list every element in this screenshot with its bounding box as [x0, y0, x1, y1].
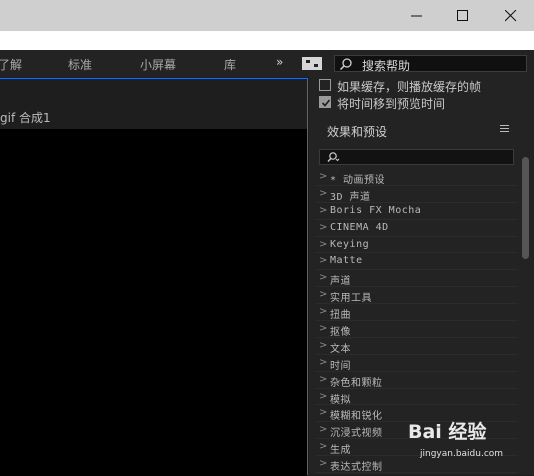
checkbox-unchecked-icon	[319, 79, 331, 91]
checkbox-checked-icon	[319, 96, 331, 108]
panel-menu-icon[interactable]	[500, 125, 509, 134]
watermark: Bai 经验 jingyan.baidu.com	[408, 412, 534, 475]
list-item[interactable]: > Matte	[315, 253, 518, 271]
workspace-panel-icon[interactable]	[302, 57, 322, 70]
search-help-placeholder: 搜索帮助	[362, 59, 411, 73]
watermark-url: jingyan.baidu.com	[420, 449, 504, 459]
list-item[interactable]: > Keying	[315, 237, 518, 254]
minimize-button[interactable]	[394, 0, 440, 31]
composition-panel: gif 合成1	[0, 78, 308, 476]
workspace-more-button[interactable]: »	[276, 55, 283, 69]
chevron-right-icon: >	[319, 339, 328, 351]
chevron-right-icon: >	[319, 458, 328, 470]
effects-search-input[interactable]	[319, 149, 514, 165]
chevron-right-icon: >	[319, 255, 328, 267]
list-item[interactable]: > 模拟	[315, 389, 518, 406]
list-item[interactable]: > 实用工具	[315, 287, 518, 304]
chevron-right-icon: >	[319, 441, 328, 453]
chevron-right-icon: >	[319, 272, 328, 284]
chevron-right-icon: >	[319, 390, 328, 402]
chevron-right-icon: >	[319, 289, 328, 301]
composition-tab[interactable]: gif 合成1	[0, 109, 51, 126]
workspace-tab-standard[interactable]: 标准	[68, 56, 92, 73]
close-button[interactable]	[488, 0, 534, 31]
chevron-right-icon: >	[319, 204, 328, 216]
menu-bar-area	[0, 31, 534, 50]
effects-panel-title: 效果和预设	[327, 125, 388, 139]
list-item[interactable]: > 声道	[315, 270, 518, 287]
workspace-tab-small-screen[interactable]: 小屏幕	[140, 56, 176, 73]
close-icon	[505, 10, 517, 22]
chevron-right-icon: >	[319, 306, 328, 318]
chevron-right-icon: >	[319, 187, 328, 199]
workspace-tab-library[interactable]: 库	[224, 56, 236, 73]
list-item[interactable]: >3D 声道	[315, 186, 518, 203]
search-help-field[interactable]: 搜索帮助	[334, 55, 527, 73]
search-icon	[327, 152, 340, 162]
list-item[interactable]: > 扭曲	[315, 304, 518, 321]
workspace-tab-learn[interactable]: 了解	[0, 56, 22, 73]
list-item[interactable]: > 杂色和颗粒	[315, 372, 518, 389]
chevron-right-icon: >	[319, 323, 328, 335]
cache-playback-label: 如果缓存，则播放缓存的帧	[337, 80, 482, 94]
list-item[interactable]: > * 动画预设	[315, 169, 518, 186]
minimize-icon	[411, 15, 422, 17]
chevron-right-icon: >	[319, 238, 328, 250]
composition-viewer[interactable]	[0, 129, 307, 476]
chevron-right-icon: >	[319, 373, 328, 385]
chevron-right-icon: >	[319, 356, 328, 368]
list-item[interactable]: > 文本	[315, 338, 518, 355]
chevron-right-icon: >	[319, 221, 328, 233]
chevron-right-icon: >	[319, 171, 328, 182]
scrollbar-thumb[interactable]	[522, 157, 529, 259]
watermark-logo: Bai 经验	[408, 421, 487, 443]
search-icon	[340, 58, 352, 70]
chevron-right-icon: >	[319, 407, 328, 419]
window-titlebar	[0, 0, 534, 31]
list-item[interactable]: > CINEMA 4D	[315, 220, 518, 237]
list-item[interactable]: > 时间	[315, 355, 518, 372]
maximize-icon	[457, 10, 468, 21]
list-item[interactable]: > Boris FX Mocha	[315, 203, 518, 220]
list-item[interactable]: > 抠像	[315, 321, 518, 338]
maximize-button[interactable]	[440, 0, 486, 31]
move-time-label: 将时间移到预览时间	[337, 97, 446, 111]
chevron-right-icon: >	[319, 424, 328, 436]
